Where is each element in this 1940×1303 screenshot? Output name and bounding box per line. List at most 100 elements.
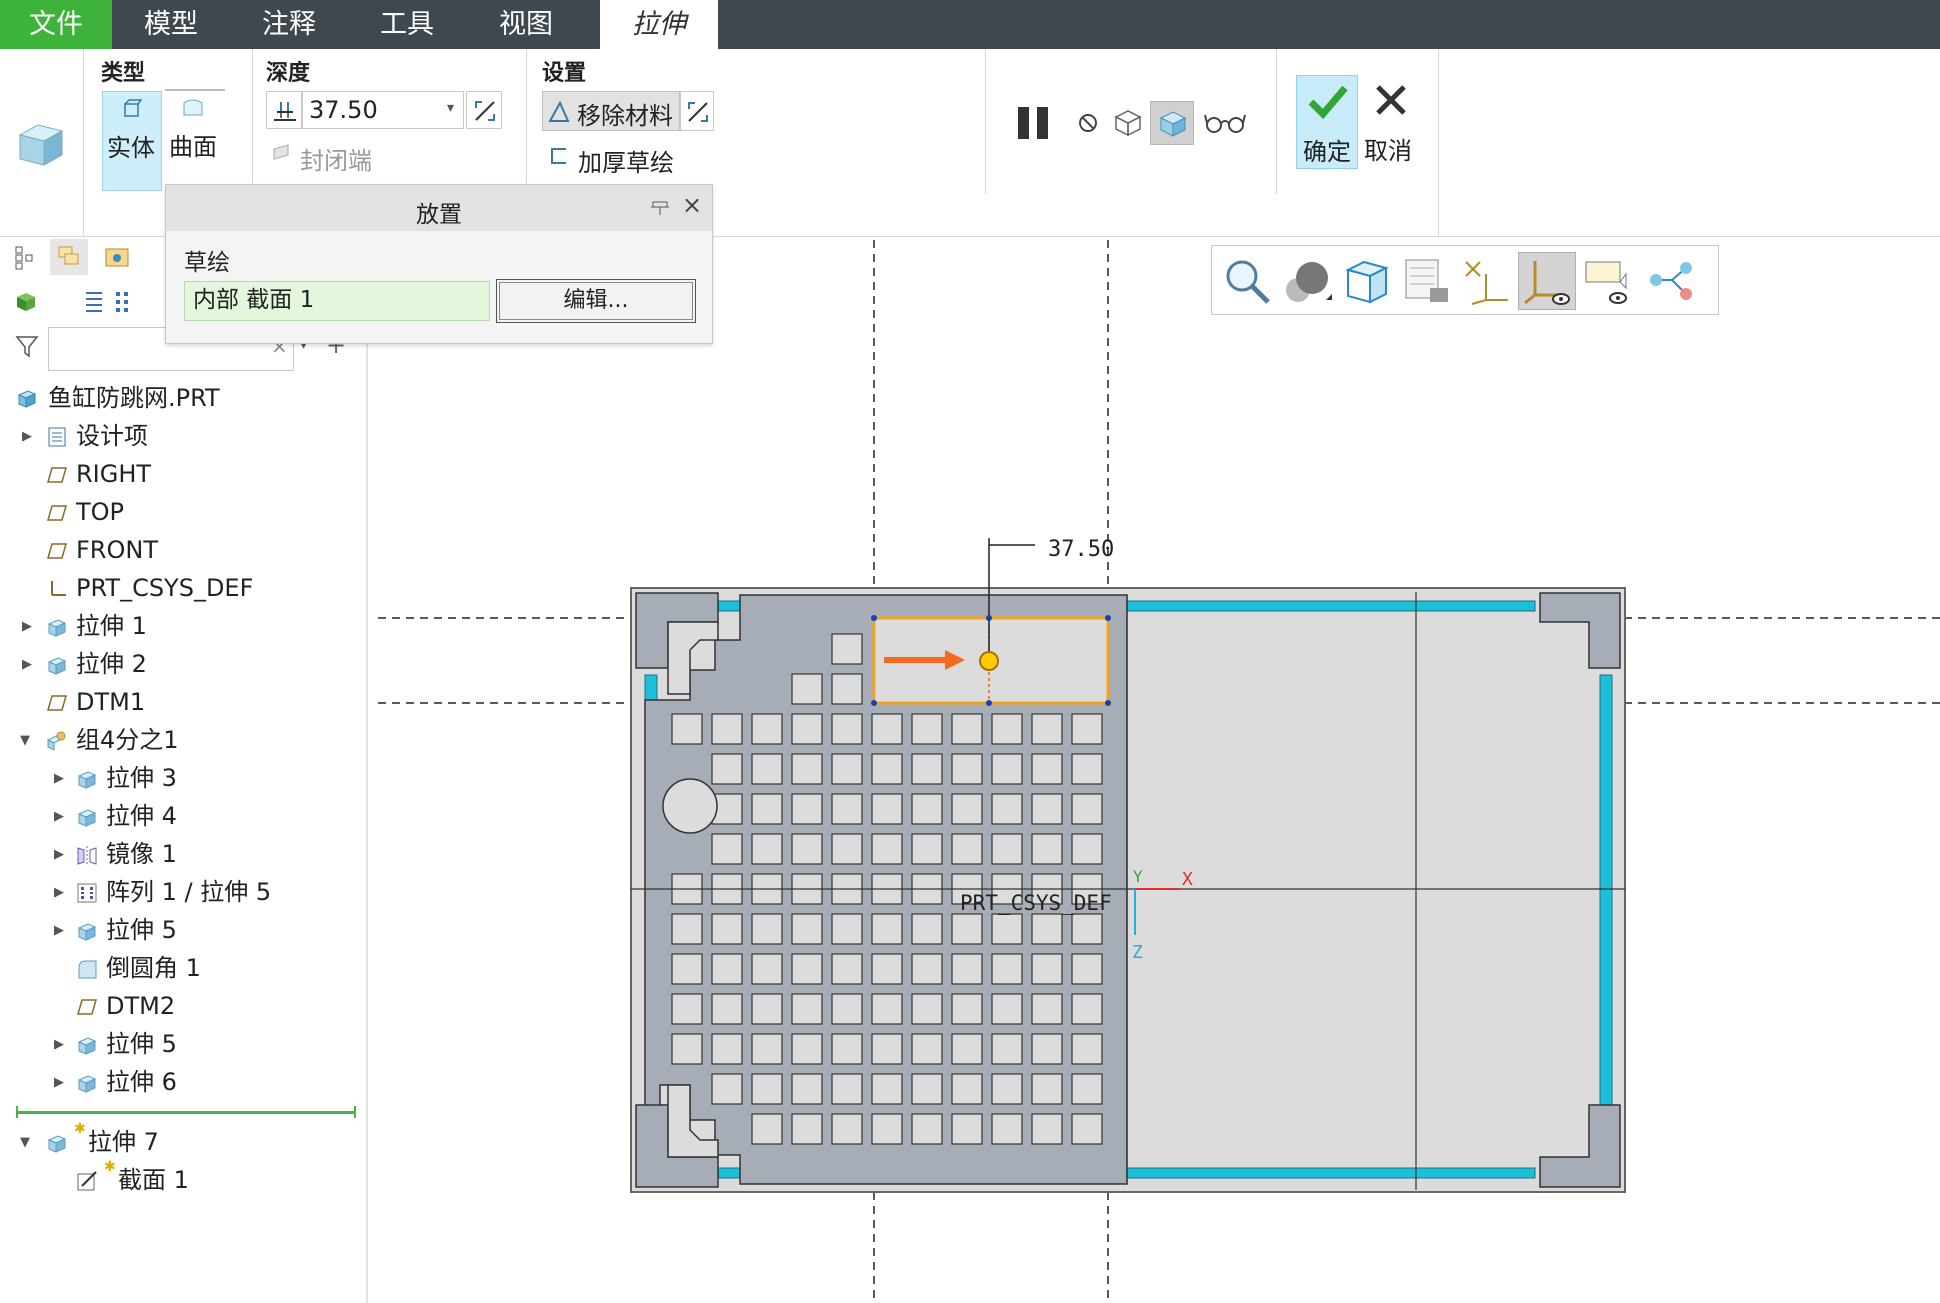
- expand-icon[interactable]: ▶: [22, 619, 32, 634]
- tree-item-mirror-1[interactable]: 镜像 1: [106, 836, 177, 872]
- expand-icon[interactable]: ▶: [54, 1075, 64, 1090]
- mesh-hole: [991, 913, 1023, 945]
- tree-item-front[interactable]: FRONT: [76, 532, 158, 568]
- tab-extrude[interactable]: 拉伸: [600, 0, 718, 49]
- tree-item-extrude-2[interactable]: 拉伸 2: [76, 646, 147, 682]
- expand-icon[interactable]: ▶: [54, 809, 64, 824]
- tree-item-extrude-4[interactable]: 拉伸 4: [106, 798, 177, 834]
- tree-item-group[interactable]: 组4分之1: [76, 722, 179, 758]
- zoom-refit-icon[interactable]: [1220, 254, 1274, 308]
- confirm-button[interactable]: 确定: [1296, 75, 1358, 169]
- mesh-hole: [951, 1073, 983, 1105]
- no-preview-icon[interactable]: [1076, 111, 1100, 135]
- csys-label: PRT_CSYS_DEF: [960, 891, 1112, 915]
- layer-tab-button[interactable]: [50, 239, 88, 275]
- tab-file[interactable]: 文件: [0, 0, 112, 49]
- tab-view[interactable]: 视图: [466, 0, 586, 49]
- sketch-icon: [77, 1171, 97, 1191]
- separate-preview-icon[interactable]: [1112, 107, 1144, 139]
- tab-tools[interactable]: 工具: [348, 0, 466, 49]
- flip-depth-button[interactable]: [466, 91, 502, 129]
- mesh-hole: [751, 833, 783, 865]
- pause-icon[interactable]: [1016, 105, 1052, 141]
- tree-item-extrude-1[interactable]: 拉伸 1: [76, 608, 147, 644]
- pin-icon[interactable]: [650, 199, 670, 217]
- mesh-hole: [791, 913, 823, 945]
- collapse-icon[interactable]: ▼: [20, 1135, 30, 1150]
- mesh-hole: [671, 953, 703, 985]
- mesh-hole: [711, 833, 743, 865]
- annotation-display-icon[interactable]: [1582, 254, 1636, 308]
- spin-center-icon[interactable]: [1644, 254, 1698, 308]
- expand-icon[interactable]: ▶: [54, 1037, 64, 1052]
- tree-item-extrude-7[interactable]: 拉伸 7: [88, 1124, 159, 1160]
- depth-dimension-label[interactable]: 37.50: [1048, 537, 1114, 562]
- tree-item-right[interactable]: RIGHT: [76, 456, 151, 492]
- tree-settings-icon[interactable]: [14, 245, 36, 271]
- cancel-button[interactable]: 取消: [1360, 75, 1424, 169]
- funnel-icon[interactable]: [14, 333, 40, 359]
- mesh-hole: [711, 713, 743, 745]
- edit-button[interactable]: 编辑...: [496, 279, 696, 323]
- chevron-down-icon[interactable]: ▾: [447, 100, 454, 116]
- expand-icon[interactable]: ▶: [54, 847, 64, 862]
- expand-icon[interactable]: ▶: [54, 771, 64, 786]
- surface-button[interactable]: 曲面: [166, 91, 222, 191]
- tree-item-extrude-5b[interactable]: 拉伸 5: [106, 1026, 177, 1062]
- flip-material-button[interactable]: [680, 91, 714, 131]
- mesh-hole: [1071, 1073, 1103, 1105]
- mesh-hole: [1031, 993, 1063, 1025]
- depth-option-button[interactable]: [266, 91, 302, 129]
- depth-value-field[interactable]: 37.50 ▾: [302, 91, 464, 129]
- tree-item-extrude-6[interactable]: 拉伸 6: [106, 1064, 177, 1100]
- remove-material-button[interactable]: 移除材料: [542, 91, 680, 131]
- group-icon: [46, 731, 66, 751]
- tree-item-part[interactable]: 鱼缸防跳网.PRT: [48, 380, 220, 416]
- mesh-hole: [1031, 953, 1063, 985]
- datum-display-icon[interactable]: [1460, 254, 1514, 308]
- mesh-hole: [1071, 993, 1103, 1025]
- close-panel-icon[interactable]: ×: [682, 191, 702, 219]
- tree-item-csys[interactable]: PRT_CSYS_DEF: [76, 570, 253, 606]
- shading-icon[interactable]: [1280, 254, 1334, 308]
- tree-item-pattern-1[interactable]: 阵列 1 / 拉伸 5: [106, 874, 271, 910]
- solid-button[interactable]: 实体: [102, 91, 162, 191]
- tree-filter-columns-icon[interactable]: [114, 289, 134, 313]
- tree-item-section-1[interactable]: 截面 1: [118, 1162, 189, 1198]
- mesh-hole: [1031, 833, 1063, 865]
- tree-item-extrude-5a[interactable]: 拉伸 5: [106, 912, 177, 948]
- tree-item-top[interactable]: TOP: [76, 494, 124, 530]
- section-selector[interactable]: 内部 截面 1: [184, 281, 490, 321]
- collapse-icon[interactable]: ▼: [20, 733, 30, 748]
- folder-icon[interactable]: [104, 245, 130, 269]
- mesh-hole: [831, 633, 863, 665]
- insert-indicator[interactable]: [16, 1111, 356, 1114]
- mesh-hole: [831, 913, 863, 945]
- tab-model[interactable]: 模型: [112, 0, 230, 49]
- tree-list-icon[interactable]: [80, 289, 104, 313]
- saved-views-cube-icon[interactable]: [1340, 254, 1394, 308]
- expand-icon[interactable]: ▶: [54, 885, 64, 900]
- cube-display-icon[interactable]: [14, 289, 38, 313]
- round-icon: [78, 960, 97, 979]
- model-viewport[interactable]: 37.50 PRT_CSYS_DEF X Y Z: [370, 237, 1940, 1303]
- tree-item-dtm1[interactable]: DTM1: [76, 684, 145, 720]
- glasses-icon[interactable]: [1204, 111, 1246, 135]
- mirror-icon: [77, 846, 97, 865]
- expand-icon[interactable]: ▶: [22, 429, 32, 444]
- tab-annotate[interactable]: 注释: [230, 0, 348, 49]
- pattern-icon: [77, 883, 97, 903]
- tree-item-dtm2[interactable]: DTM2: [106, 988, 175, 1024]
- expand-icon[interactable]: ▶: [22, 657, 32, 672]
- tree-item-extrude-3[interactable]: 拉伸 3: [106, 760, 177, 796]
- cap-ends-label[interactable]: 封闭端: [300, 141, 372, 176]
- verify-preview-button[interactable]: [1150, 101, 1194, 145]
- tree-item-design-items[interactable]: 设计项: [76, 418, 148, 454]
- csys-display-button[interactable]: [1518, 252, 1576, 310]
- view-manager-icon[interactable]: [1400, 254, 1454, 308]
- thicken-sketch-label[interactable]: 加厚草绘: [578, 143, 674, 178]
- expand-icon[interactable]: ▶: [54, 923, 64, 938]
- graphics-window[interactable]: 37.50 PRT_CSYS_DEF X Y Z: [370, 237, 1940, 1303]
- tree-item-round-1[interactable]: 倒圆角 1: [106, 950, 201, 986]
- depth-drag-handle[interactable]: [979, 651, 999, 671]
